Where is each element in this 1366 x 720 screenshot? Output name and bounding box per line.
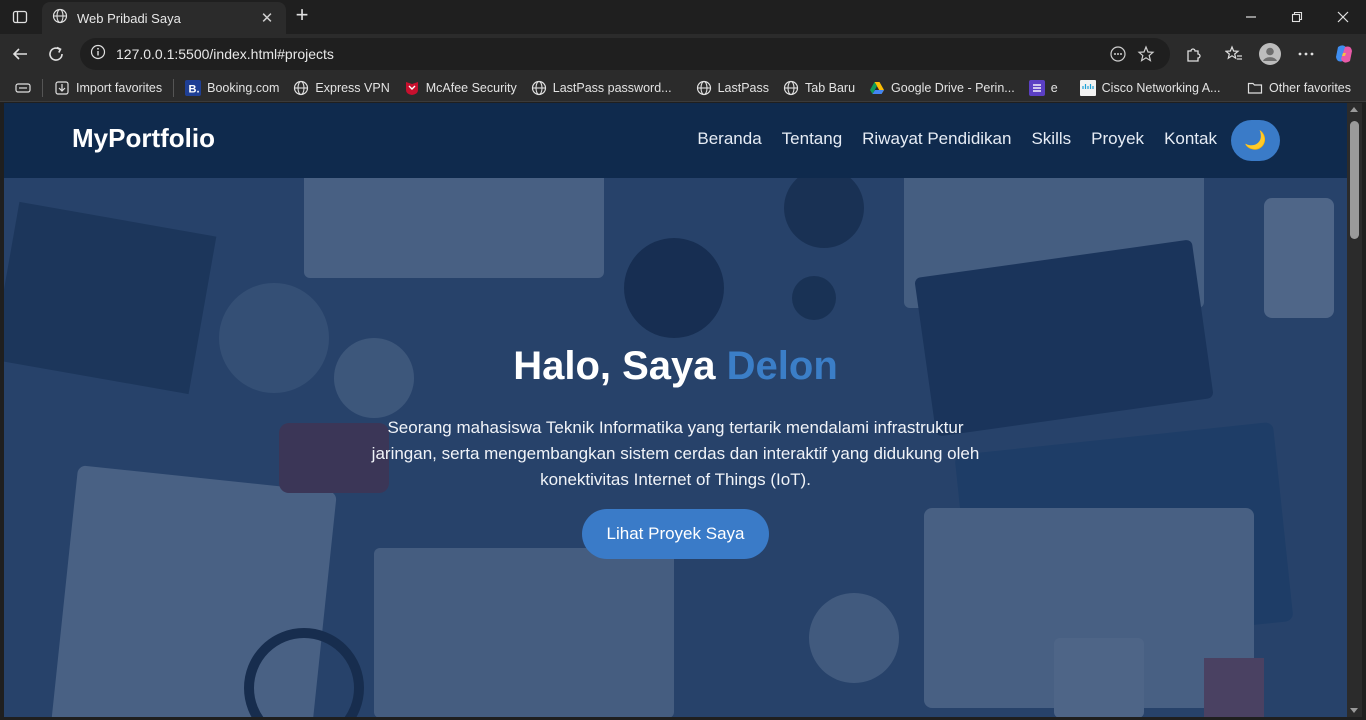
bookmark-import-favorites[interactable]: Import favorites: [47, 76, 169, 100]
globe-icon: [783, 80, 799, 96]
booking-icon: B.: [185, 79, 202, 96]
reading-mode-icon[interactable]: [1104, 40, 1132, 68]
tab-actions-icon[interactable]: [8, 5, 32, 29]
favorite-star-icon[interactable]: [1132, 40, 1160, 68]
nav-kontak[interactable]: Kontak: [1164, 129, 1217, 149]
list-icon: [1028, 79, 1045, 96]
globe-icon: [52, 8, 68, 29]
google-drive-icon: [869, 80, 885, 96]
new-tab-button[interactable]: +: [290, 4, 314, 28]
hero-description: Seorang mahasiswa Teknik Informatika yan…: [371, 418, 980, 489]
favorites-icon[interactable]: [1220, 40, 1248, 68]
bookmarks-bar: Import favorites B. Booking.com Express …: [0, 74, 1366, 102]
nav-beranda[interactable]: Beranda: [697, 129, 761, 149]
page-viewport: MyPortfolio Beranda Tentang Riwayat Pend…: [4, 103, 1347, 717]
close-tab-icon[interactable]: ✕: [258, 9, 276, 27]
mcafee-icon: [404, 80, 420, 96]
close-window-icon[interactable]: [1320, 0, 1366, 34]
svg-text:B.: B.: [189, 83, 200, 95]
bookmark-divider: [173, 78, 175, 97]
view-projects-button[interactable]: Lihat Proyek Saya: [582, 509, 769, 559]
site-header: MyPortfolio Beranda Tentang Riwayat Pend…: [4, 103, 1347, 178]
browser-tab[interactable]: Web Pribadi Saya ✕: [42, 2, 286, 34]
hero-content: Halo, Saya Delon Seorang mahasiswa Tekni…: [4, 178, 1347, 717]
bookmark-lastpass[interactable]: LastPass: [689, 76, 776, 100]
bookmark-cisco[interactable]: Cisco Networking A...: [1073, 76, 1228, 100]
tab-title: Web Pribadi Saya: [77, 10, 181, 26]
profile-avatar-icon[interactable]: [1256, 40, 1284, 68]
nav-riwayat-pendidikan[interactable]: Riwayat Pendidikan: [862, 129, 1011, 149]
extensions-icon[interactable]: [1179, 40, 1207, 68]
theme-toggle-button[interactable]: 🌙: [1231, 120, 1280, 161]
folder-icon: [1247, 80, 1263, 96]
hero-title: Halo, Saya Delon: [513, 344, 838, 388]
bookmark-tab-baru[interactable]: Tab Baru: [776, 76, 862, 100]
hero-section: Halo, Saya Delon Seorang mahasiswa Tekni…: [4, 178, 1347, 717]
page-scrollbar[interactable]: [1347, 103, 1362, 717]
nav-tentang[interactable]: Tentang: [782, 129, 843, 149]
globe-icon: [531, 80, 547, 96]
bookmark-google-drive[interactable]: Google Drive - Perin...: [862, 76, 1022, 100]
globe-icon: [293, 80, 309, 96]
site-nav: Beranda Tentang Riwayat Pendidikan Skill…: [697, 129, 1217, 149]
moon-icon: 🌙: [1244, 130, 1267, 151]
url-text[interactable]: 127.0.0.1:5500/index.html#projects: [116, 46, 1104, 62]
other-favorites-folder[interactable]: Other favorites: [1240, 76, 1358, 100]
bookmark-e[interactable]: e: [1022, 76, 1065, 100]
bookmark-express-vpn[interactable]: Express VPN: [286, 76, 396, 100]
bookmark-mcafee[interactable]: McAfee Security: [397, 76, 524, 100]
scrollbar-thumb[interactable]: [1350, 121, 1359, 239]
more-menu-icon[interactable]: [1292, 40, 1320, 68]
refresh-icon[interactable]: [42, 40, 70, 68]
scroll-down-arrow-icon[interactable]: [1350, 708, 1358, 713]
scroll-up-arrow-icon[interactable]: [1350, 107, 1358, 112]
bookmark-booking[interactable]: B. Booking.com: [178, 76, 286, 100]
hero-name: Delon: [726, 344, 838, 388]
nav-skills[interactable]: Skills: [1031, 129, 1071, 149]
bookmarks-menu-icon[interactable]: [8, 76, 38, 100]
restore-icon[interactable]: [1274, 0, 1320, 34]
browser-toolbar: 127.0.0.1:5500/index.html#projects: [0, 34, 1366, 74]
nav-proyek[interactable]: Proyek: [1091, 129, 1144, 149]
back-arrow-icon[interactable]: [6, 40, 34, 68]
minimize-icon[interactable]: [1228, 0, 1274, 34]
copilot-icon[interactable]: [1330, 40, 1358, 68]
browser-title-bar: Web Pribadi Saya ✕ +: [0, 0, 1366, 34]
site-info-icon[interactable]: [90, 44, 106, 65]
bookmark-divider: [42, 78, 43, 97]
address-bar[interactable]: 127.0.0.1:5500/index.html#projects: [80, 38, 1170, 70]
cisco-icon: [1079, 79, 1096, 96]
globe-icon: [696, 80, 712, 96]
import-icon: [54, 80, 70, 96]
bookmark-lastpass-password[interactable]: LastPass password...: [524, 76, 679, 100]
site-logo[interactable]: MyPortfolio: [72, 123, 215, 154]
